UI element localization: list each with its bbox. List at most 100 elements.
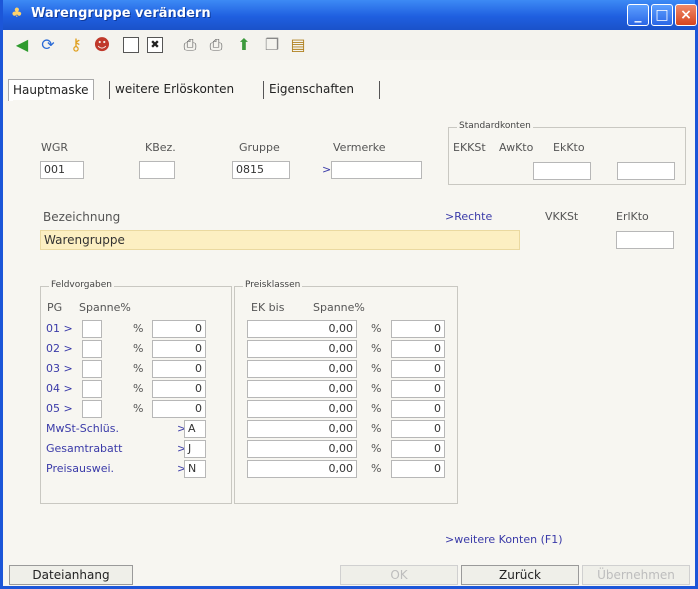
spanne-field[interactable]: 0 bbox=[152, 380, 206, 398]
pk-spanne-field[interactable]: 0 bbox=[391, 360, 445, 378]
pk-spanne-label: Spanne% bbox=[313, 301, 365, 314]
toolbar: ◀ ⟳ ⚷ ☻ ✖ ⎙ ⎙ ⬆ ❐ ▤ bbox=[3, 30, 695, 60]
pk-spanne-field[interactable]: 0 bbox=[391, 460, 445, 478]
vermerke-label: Vermerke bbox=[333, 141, 386, 154]
maximize-button[interactable]: □ bbox=[651, 4, 673, 26]
refresh-icon[interactable]: ⟳ bbox=[37, 34, 59, 56]
standardkonten-title: Standardkonten bbox=[457, 121, 533, 131]
pk-spanne-field[interactable]: 0 bbox=[391, 340, 445, 358]
vkkst-label: VKKSt bbox=[545, 210, 579, 223]
pg-link[interactable]: 05 > bbox=[46, 402, 73, 415]
kbez-label: KBez. bbox=[145, 141, 176, 154]
percent-sign: % bbox=[133, 382, 144, 395]
uebernehmen-button[interactable]: Übernehmen bbox=[582, 565, 690, 585]
option-field[interactable]: J bbox=[184, 440, 206, 458]
tab-separator bbox=[263, 81, 264, 99]
percent-sign: % bbox=[371, 462, 382, 475]
pk-spanne-field[interactable]: 0 bbox=[391, 440, 445, 458]
ekbis-field[interactable]: 0,00 bbox=[247, 440, 357, 458]
option-field[interactable]: A bbox=[184, 420, 206, 438]
ekbis-field[interactable]: 0,00 bbox=[247, 340, 357, 358]
standardkonten-group: Standardkonten EKKSt AwKto EkKto bbox=[448, 121, 686, 185]
vermerke-field[interactable] bbox=[331, 161, 422, 179]
paste-icon[interactable]: ▤ bbox=[287, 34, 309, 56]
option-field[interactable]: N bbox=[184, 460, 206, 478]
wgr-field[interactable]: 001 bbox=[40, 161, 84, 179]
pg-link[interactable]: 01 > bbox=[46, 322, 73, 335]
ekbis-field[interactable]: 0,00 bbox=[247, 320, 357, 338]
dateianhang-button[interactable]: Dateianhang bbox=[9, 565, 133, 585]
pg-field[interactable] bbox=[82, 320, 102, 338]
pg-field[interactable] bbox=[82, 360, 102, 378]
new-doc-icon[interactable] bbox=[123, 37, 139, 53]
ekbis-label: EK bis bbox=[251, 301, 285, 314]
rechte-link[interactable]: >Rechte bbox=[445, 210, 492, 223]
key-icon[interactable]: ⚷ bbox=[65, 34, 87, 56]
ekbis-field[interactable]: 0,00 bbox=[247, 460, 357, 478]
ekbis-field[interactable]: 0,00 bbox=[247, 380, 357, 398]
feldvorgaben-title: Feldvorgaben bbox=[49, 280, 114, 290]
minimize-button[interactable]: _ bbox=[627, 4, 649, 26]
zurueck-button[interactable]: Zurück bbox=[461, 565, 579, 585]
percent-sign: % bbox=[133, 342, 144, 355]
tab-eigenschaften[interactable]: Eigenschaften bbox=[265, 79, 358, 101]
pg-label: PG bbox=[47, 301, 63, 314]
percent-sign: % bbox=[371, 402, 382, 415]
pg-field[interactable] bbox=[82, 340, 102, 358]
ekkst-label: EKKSt bbox=[453, 141, 486, 154]
tab-hauptmaske[interactable]: Hauptmaske bbox=[8, 79, 94, 101]
print-preview-icon[interactable]: ⎙ bbox=[205, 34, 227, 56]
vermerke-link[interactable]: > bbox=[322, 163, 331, 176]
erlkto-label: ErlKto bbox=[616, 210, 649, 223]
close-button[interactable]: × bbox=[675, 4, 697, 26]
percent-sign: % bbox=[371, 342, 382, 355]
awkto-label: AwKto bbox=[499, 141, 534, 154]
person-icon[interactable]: ☻ bbox=[91, 34, 113, 56]
percent-sign: % bbox=[371, 322, 382, 335]
ekbis-field[interactable]: 0,00 bbox=[247, 360, 357, 378]
hauptmaske-panel: WGR KBez. Gruppe Vermerke 001 0815 > Sta… bbox=[13, 100, 693, 555]
wgr-label: WGR bbox=[41, 141, 69, 154]
weitere-konten-link[interactable]: >weitere Konten (F1) bbox=[445, 533, 563, 546]
spanne-field[interactable]: 0 bbox=[152, 360, 206, 378]
pk-spanne-field[interactable]: 0 bbox=[391, 320, 445, 338]
pg-link[interactable]: 04 > bbox=[46, 382, 73, 395]
percent-sign: % bbox=[371, 362, 382, 375]
erlkto-field[interactable] bbox=[616, 231, 674, 249]
pg-link[interactable]: 03 > bbox=[46, 362, 73, 375]
ekbis-field[interactable]: 0,00 bbox=[247, 420, 357, 438]
percent-sign: % bbox=[133, 362, 144, 375]
tab-weitere-erloeskonten[interactable]: weitere Erlöskonten bbox=[111, 79, 238, 101]
percent-sign: % bbox=[133, 402, 144, 415]
feldvorgaben-option-link[interactable]: Preisauswei. bbox=[46, 462, 114, 475]
awkto-field[interactable] bbox=[533, 162, 591, 180]
pk-spanne-field[interactable]: 0 bbox=[391, 400, 445, 418]
spanne-field[interactable]: 0 bbox=[152, 320, 206, 338]
back-arrow-icon[interactable]: ◀ bbox=[11, 34, 33, 56]
button-bar: Dateianhang OK Zurück Übernehmen bbox=[3, 562, 695, 586]
delete-doc-icon[interactable]: ✖ bbox=[147, 37, 163, 53]
pk-spanne-field[interactable]: 0 bbox=[391, 420, 445, 438]
title-bar[interactable]: ♣ Warengruppe verändern _ □ × bbox=[3, 0, 697, 30]
print-icon[interactable]: ⎙ bbox=[179, 34, 201, 56]
ok-button[interactable]: OK bbox=[340, 565, 458, 585]
ekbis-field[interactable]: 0,00 bbox=[247, 400, 357, 418]
spanne-field[interactable]: 0 bbox=[152, 340, 206, 358]
gruppe-field[interactable]: 0815 bbox=[232, 161, 290, 179]
percent-sign: % bbox=[371, 422, 382, 435]
pg-field[interactable] bbox=[82, 380, 102, 398]
export-icon[interactable]: ⬆ bbox=[233, 34, 255, 56]
feldvorgaben-option-link[interactable]: Gesamtrabatt bbox=[46, 442, 122, 455]
ekkto-label: EkKto bbox=[553, 141, 585, 154]
main-window: ♣ Warengruppe verändern _ □ × ◀ ⟳ ⚷ ☻ ✖ … bbox=[0, 0, 698, 589]
spanne-field[interactable]: 0 bbox=[152, 400, 206, 418]
kbez-field[interactable] bbox=[139, 161, 175, 179]
bezeichnung-field[interactable]: Warengruppe bbox=[40, 230, 520, 250]
pk-spanne-field[interactable]: 0 bbox=[391, 380, 445, 398]
copy-icon[interactable]: ❐ bbox=[261, 34, 283, 56]
ekkto-field[interactable] bbox=[617, 162, 675, 180]
pg-field[interactable] bbox=[82, 400, 102, 418]
app-icon: ♣ bbox=[11, 6, 23, 21]
feldvorgaben-option-link[interactable]: MwSt-Schlüs. bbox=[46, 422, 119, 435]
pg-link[interactable]: 02 > bbox=[46, 342, 73, 355]
